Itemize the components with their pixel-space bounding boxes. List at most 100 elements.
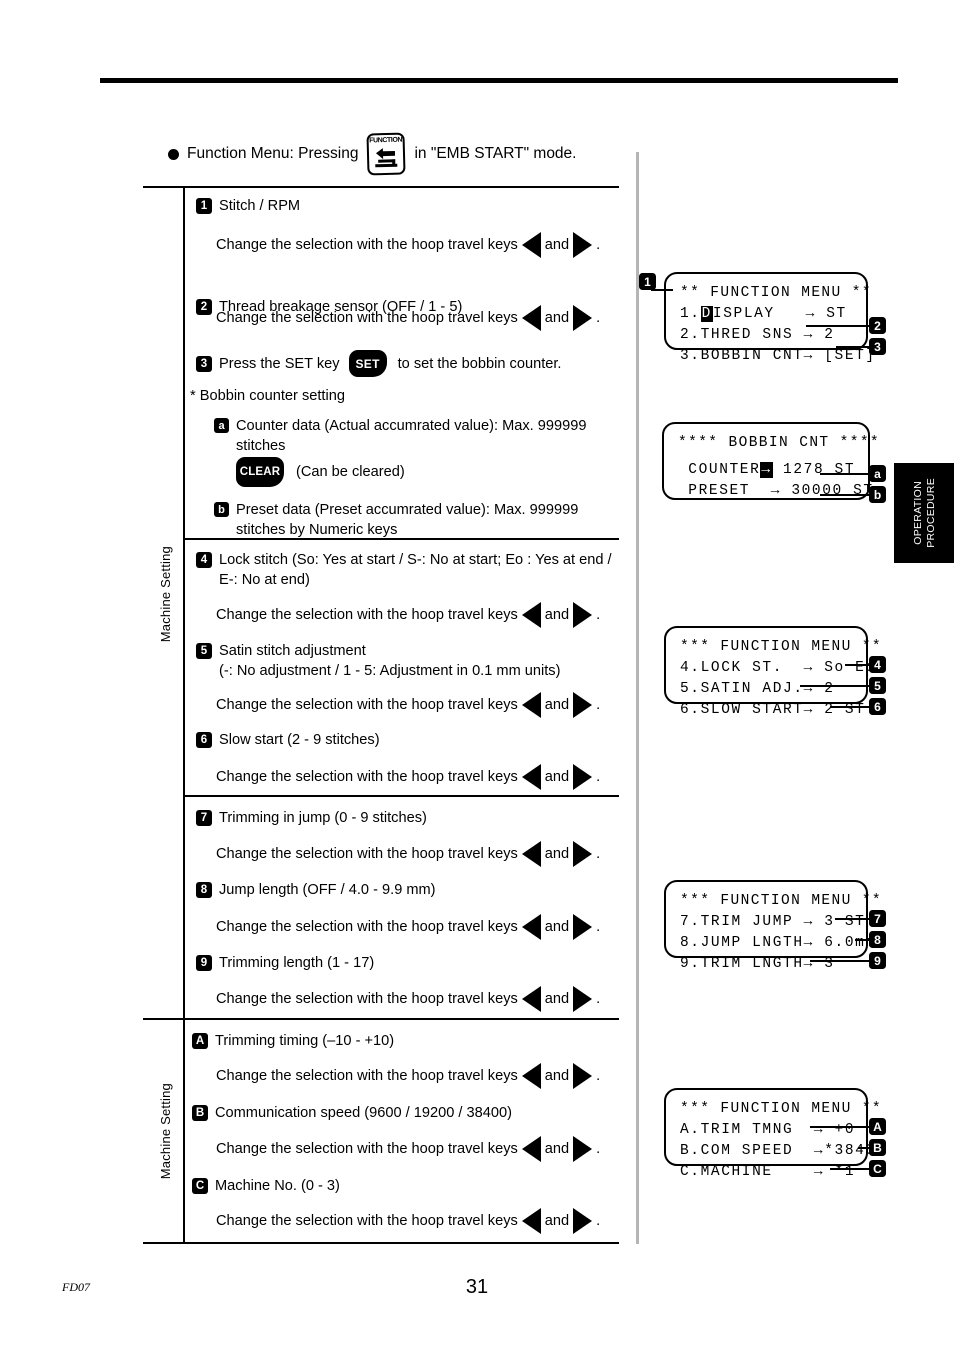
hoop-right-key-icon[interactable] xyxy=(573,1136,593,1162)
hoop-left-key-icon[interactable] xyxy=(521,232,541,258)
item-badge: 2 xyxy=(196,299,212,315)
lcd-title: ** FUNCTION MENU ** xyxy=(680,285,872,301)
change-line-middle: and xyxy=(544,1213,570,1229)
intro-text-after: in "EMB START" mode. xyxy=(414,145,577,162)
item-title: Satin stitch adjustment (-: No adjustmen… xyxy=(219,643,561,679)
hoop-left-key-icon[interactable] xyxy=(521,1136,541,1162)
list-item-9: 9 Trimming length (1 - 17) xyxy=(196,953,616,973)
change-line-middle: and xyxy=(544,846,570,862)
change-line-prefix: Change the selection with the hoop trave… xyxy=(216,237,518,253)
item-badge: 6 xyxy=(196,732,212,748)
divider-bottom xyxy=(143,1242,619,1244)
change-line-middle: and xyxy=(544,1068,570,1084)
function-key-label: FUNCTION xyxy=(369,136,403,145)
lcd-row-pre: 1. xyxy=(680,306,701,322)
item-title: Communication speed (9600 / 19200 / 3840… xyxy=(215,1105,512,1121)
item-title: Preset data (Preset accumrated value): M… xyxy=(236,502,579,538)
set-key-icon[interactable]: SET xyxy=(348,350,387,377)
hoop-right-key-icon[interactable] xyxy=(573,232,593,258)
change-line-prefix: Change the selection with the hoop trave… xyxy=(216,310,518,326)
marker-badge-8: 8 xyxy=(869,931,886,948)
hoop-right-key-icon[interactable] xyxy=(573,764,593,790)
lcd-row-preset: PRESET → 30000 ST xyxy=(678,483,874,499)
item-title: Machine No. (0 - 3) xyxy=(215,1178,340,1194)
lcd-title: **** BOBBIN CNT **** xyxy=(678,435,881,451)
list-item-7: 7 Trimming in jump (0 - 9 stitches) xyxy=(196,808,616,828)
leader-line-a xyxy=(820,473,869,475)
change-line-prefix: Change the selection with the hoop trave… xyxy=(216,769,518,785)
leader-line-b xyxy=(820,494,869,496)
change-line-prefix: Change the selection with the hoop trave… xyxy=(216,919,518,935)
hoop-left-key-icon[interactable] xyxy=(521,764,541,790)
hoop-left-key-icon[interactable] xyxy=(521,841,541,867)
lcd-function-menu-1: ** FUNCTION MENU ** 1.DISPLAY → ST 2.THR… xyxy=(664,272,874,364)
item-badge: B xyxy=(192,1105,208,1121)
item-title: Trimming in jump (0 - 9 stitches) xyxy=(219,810,427,826)
marker-badge-2: 2 xyxy=(869,317,886,334)
hoop-left-key-icon[interactable] xyxy=(521,914,541,940)
item-badge: 3 xyxy=(196,355,212,372)
hoop-left-key-icon[interactable] xyxy=(521,1063,541,1089)
hoop-left-key-icon[interactable] xyxy=(521,305,541,331)
side-tab-line-2: PROCEDURE xyxy=(924,478,937,548)
intro-line: Function Menu: Pressing FUNCTION in "EMB… xyxy=(168,132,577,176)
change-line-middle: and xyxy=(544,919,570,935)
item-badge: 4 xyxy=(196,552,212,568)
item-title: Jump length (OFF / 4.0 - 9.9 mm) xyxy=(219,882,436,898)
hoop-right-key-icon[interactable] xyxy=(573,986,593,1012)
leader-line-B xyxy=(858,1147,869,1149)
hoop-left-key-icon[interactable] xyxy=(521,986,541,1012)
item-title: Lock stitch (So: Yes at start / S-: No a… xyxy=(219,552,612,588)
hoop-left-key-icon[interactable] xyxy=(521,692,541,718)
change-line-middle: and xyxy=(544,310,570,326)
lcd-title: *** FUNCTION MENU ** xyxy=(680,1101,883,1117)
intro-text-before: Function Menu: Pressing xyxy=(187,145,359,162)
function-key-glyph xyxy=(373,146,400,174)
hoop-right-key-icon[interactable] xyxy=(573,602,593,628)
change-line-a: Change the selection with the hoop trave… xyxy=(216,1063,600,1089)
lcd-row-post: 1278 ST xyxy=(772,462,856,478)
item-badge: 9 xyxy=(196,955,212,971)
lcd-row-C: C.MACHINE → *1 xyxy=(680,1164,856,1180)
lcd-row-2: 2.THRED SNS → 2 xyxy=(680,327,835,343)
change-line-suffix: . xyxy=(596,237,601,253)
marker-badge-9: 9 xyxy=(869,952,886,969)
change-line-prefix: Change the selection with the hoop trave… xyxy=(216,1213,518,1229)
hoop-right-key-icon[interactable] xyxy=(573,692,593,718)
change-line-8: Change the selection with the hoop trave… xyxy=(216,914,600,940)
change-line-middle: and xyxy=(544,237,570,253)
change-line-suffix: . xyxy=(596,310,601,326)
lcd-row-counter: COUNTER→ 1278 ST xyxy=(664,460,868,481)
item-title: Slow start (2 - 9 stitches) xyxy=(219,732,380,748)
lcd-row-B: B.COM SPEED →*38400 xyxy=(680,1143,887,1159)
hoop-right-key-icon[interactable] xyxy=(573,841,593,867)
item-badge: 7 xyxy=(196,810,212,826)
section-label-machine-setting-upper: Machine Setting xyxy=(158,546,173,643)
clear-key-icon[interactable]: CLEAR xyxy=(236,457,284,487)
item-badge: A xyxy=(192,1033,208,1049)
marker-badge-5: 5 xyxy=(869,677,886,694)
lcd-row-6: 6.SLOW START→ 2 ST xyxy=(680,702,866,718)
hoop-left-key-icon[interactable] xyxy=(521,602,541,628)
lcd-title: *** FUNCTION MENU ** xyxy=(680,893,883,909)
list-item-b: B Communication speed (9600 / 19200 / 38… xyxy=(192,1103,612,1123)
hoop-left-key-icon[interactable] xyxy=(521,1208,541,1234)
change-line-suffix: . xyxy=(596,769,601,785)
hoop-right-key-icon[interactable] xyxy=(573,1063,593,1089)
change-line-suffix: . xyxy=(596,607,601,623)
column-separator xyxy=(636,152,639,1244)
leader-line-A xyxy=(810,1126,869,1128)
hoop-right-key-icon[interactable] xyxy=(573,305,593,331)
lcd-row-pre: COUNTER xyxy=(678,462,761,478)
lcd-title: *** FUNCTION MENU ** xyxy=(680,639,883,655)
leader-line-3 xyxy=(836,346,869,348)
marker-badge-C: C xyxy=(869,1160,886,1177)
change-line-2-visible: Change the selection with the hoop trave… xyxy=(216,305,600,331)
hoop-right-key-icon[interactable] xyxy=(573,914,593,940)
marker-badge-6: 6 xyxy=(869,698,886,715)
marker-badge-A: A xyxy=(869,1118,886,1135)
section-label-machine-setting-lower: Machine Setting xyxy=(158,1083,173,1180)
lcd-row-post: ISPLAY → ST xyxy=(712,306,847,322)
hoop-right-key-icon[interactable] xyxy=(573,1208,593,1234)
leader-line-2 xyxy=(806,325,869,327)
